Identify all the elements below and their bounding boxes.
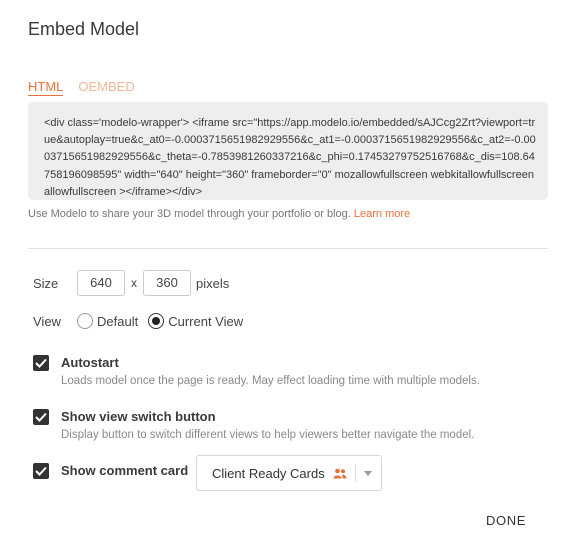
chevron-down-icon[interactable] — [364, 471, 372, 476]
comment-card-select[interactable]: Client Ready Cards — [196, 455, 382, 491]
learn-more-link[interactable]: Learn more — [354, 208, 410, 220]
autostart-title: Autostart — [61, 355, 119, 370]
radio-current-view-label[interactable]: Current View — [168, 314, 243, 329]
people-icon — [333, 468, 347, 479]
embed-code-box[interactable]: <div class='modelo-wrapper'> <iframe src… — [28, 102, 548, 200]
autostart-desc: Loads model once the page is ready. May … — [61, 375, 480, 387]
comment-card-select-value: Client Ready Cards — [212, 465, 325, 481]
size-row: Size 640 x 360 pixels — [33, 270, 229, 296]
helper-text: Use Modelo to share your 3D model throug… — [28, 208, 410, 220]
divider — [28, 248, 548, 249]
width-input[interactable]: 640 — [77, 270, 125, 296]
embed-tabs: HTML OEMBED — [28, 79, 135, 96]
check-icon — [35, 358, 47, 368]
radio-current-view[interactable] — [148, 313, 165, 329]
view-switch-title: Show view switch button — [61, 409, 216, 424]
tab-html[interactable]: HTML — [28, 79, 64, 96]
pixels-unit: pixels — [196, 275, 230, 291]
radio-default-label[interactable]: Default — [97, 314, 138, 329]
comment-card-title: Show comment card — [61, 463, 189, 478]
view-switch-checkbox[interactable] — [33, 409, 49, 425]
tab-oembed[interactable]: OEMBED — [78, 79, 134, 96]
helper-text-label: Use Modelo to share your 3D model throug… — [28, 208, 351, 220]
height-input[interactable]: 360 — [143, 270, 191, 296]
check-icon — [35, 412, 47, 422]
comment-card-checkbox[interactable] — [33, 463, 49, 479]
size-label: Size — [33, 275, 59, 291]
radio-default[interactable] — [77, 313, 93, 329]
view-row: View Default Current View — [33, 313, 253, 329]
select-separator — [355, 464, 356, 482]
dialog-title: Embed Model — [28, 19, 140, 39]
autostart-checkbox[interactable] — [33, 355, 49, 371]
view-label: View — [33, 313, 61, 329]
done-button[interactable]: DONE — [486, 513, 526, 528]
view-switch-desc: Display button to switch different views… — [61, 429, 475, 441]
check-icon — [35, 466, 47, 476]
times-sign: x — [131, 276, 137, 290]
